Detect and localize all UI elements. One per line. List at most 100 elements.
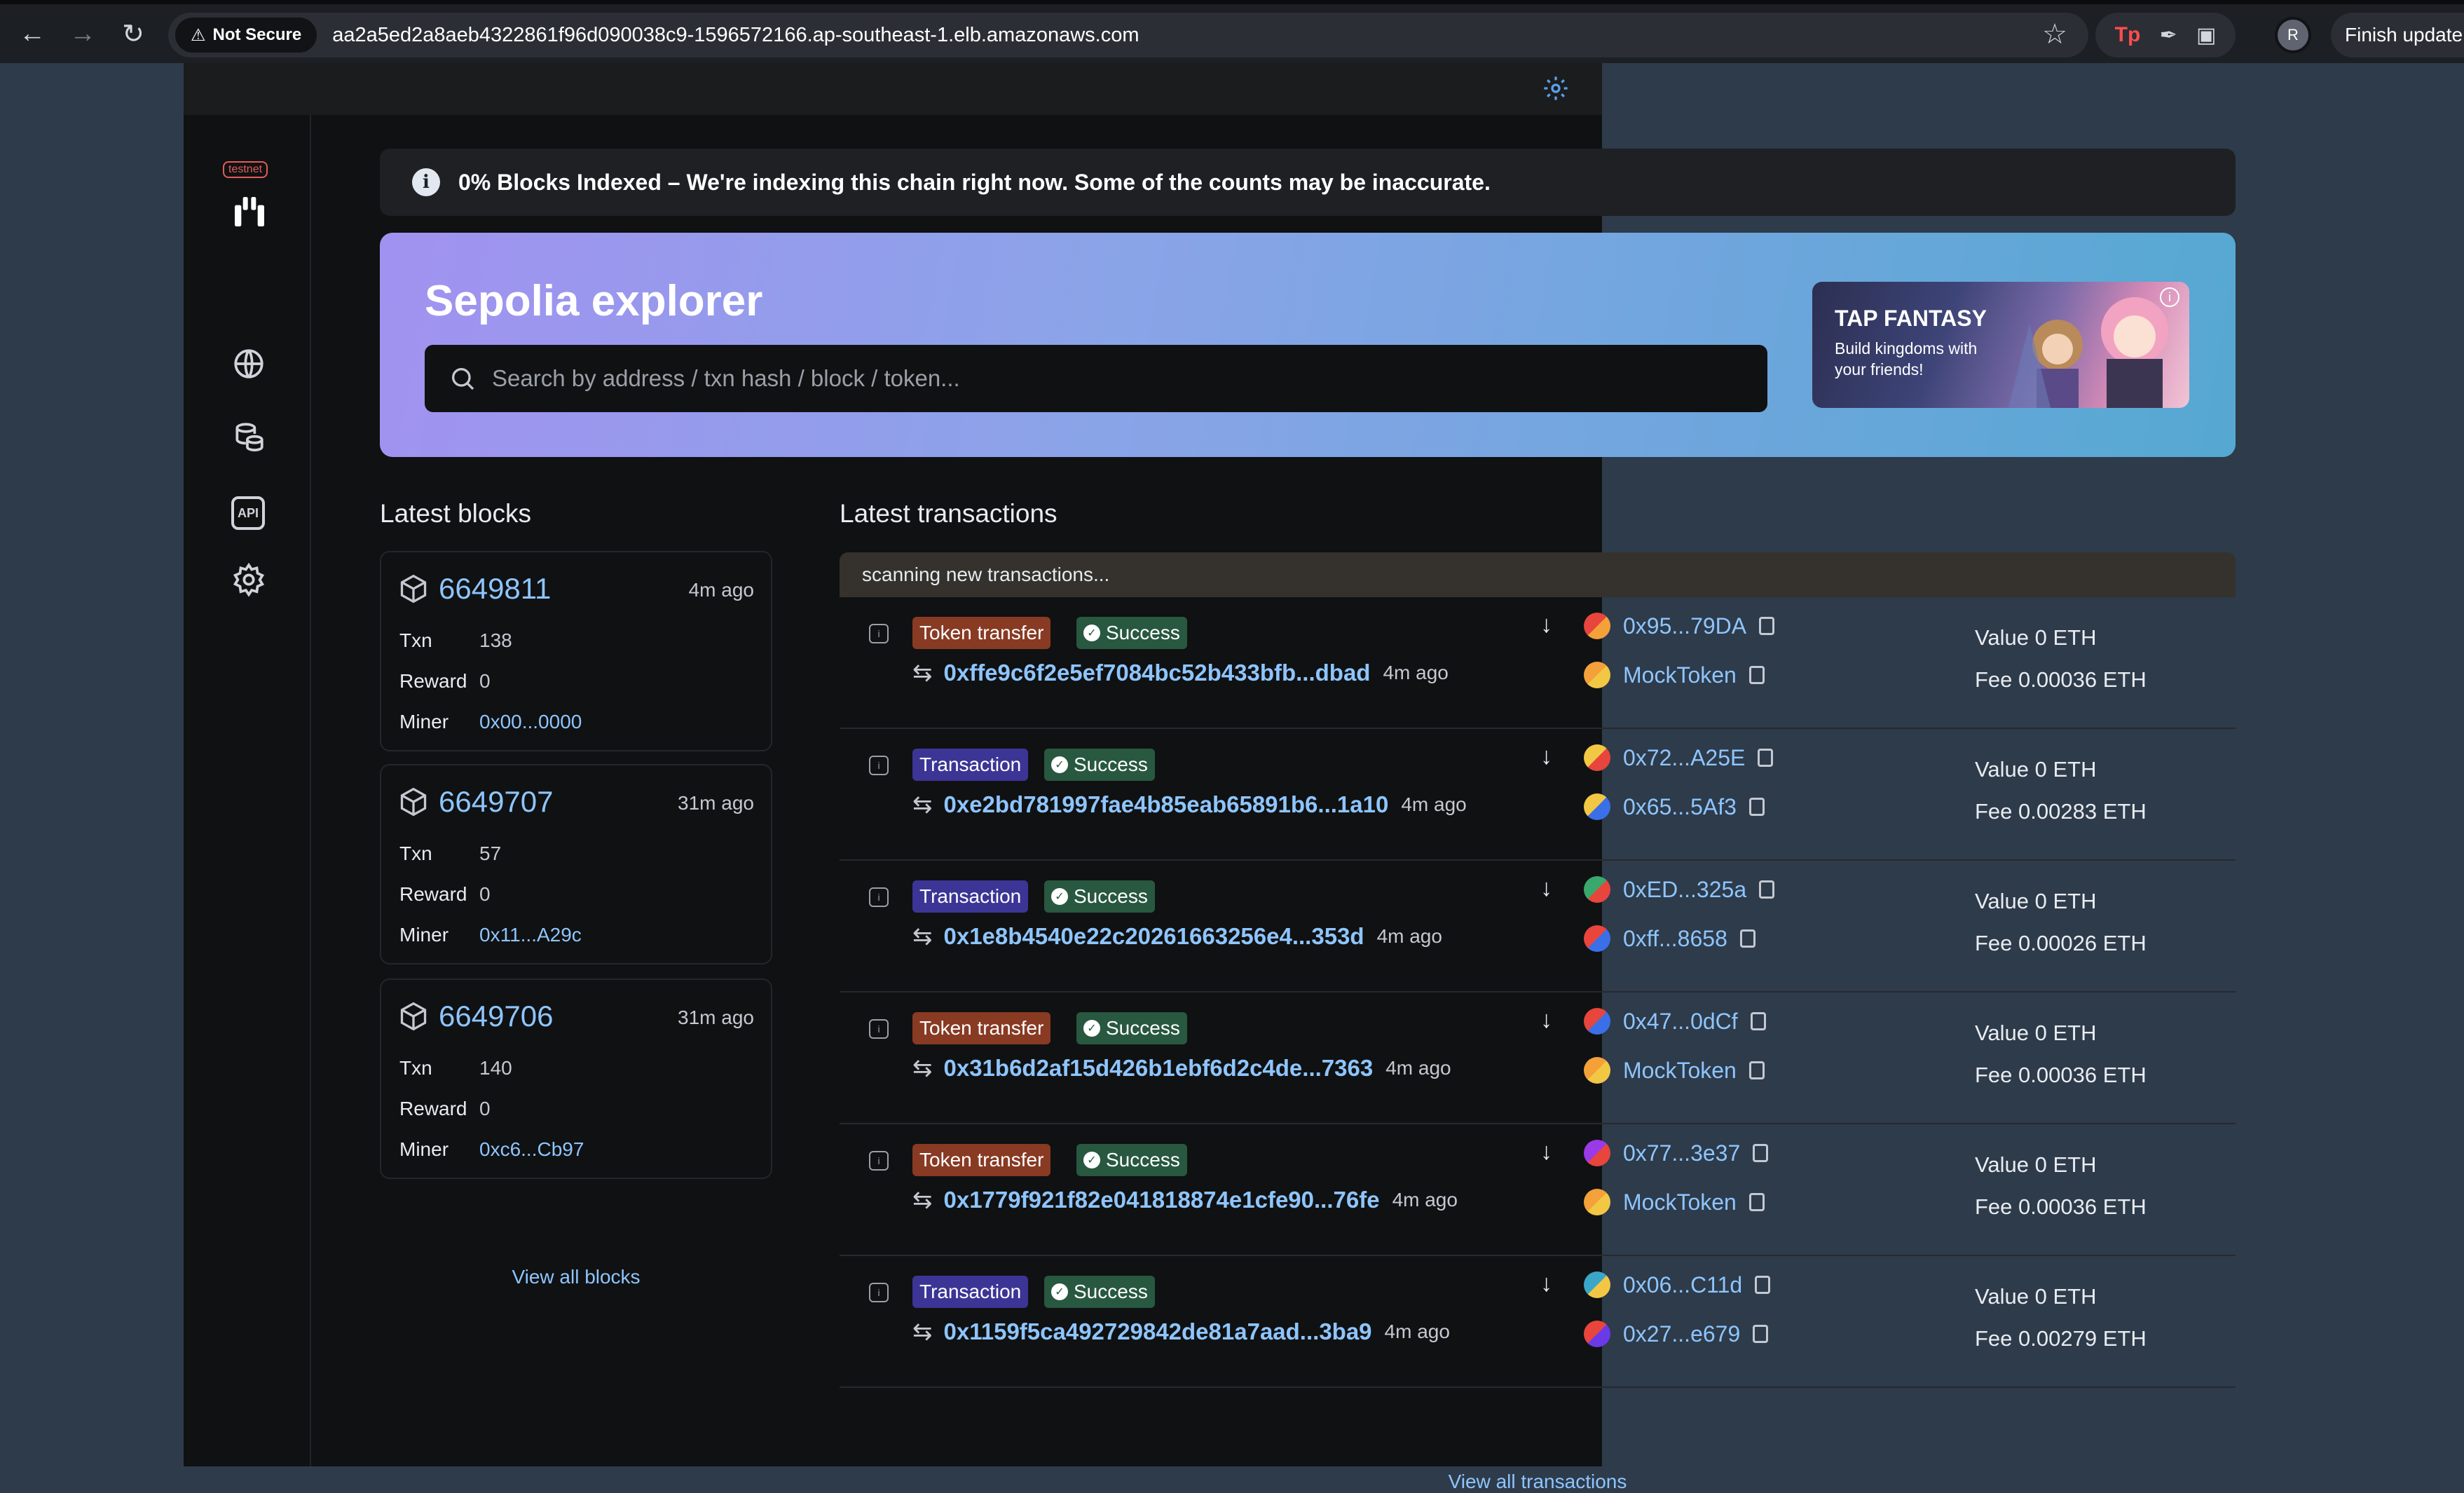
tx-to-row: 0x65...5Af3: [1584, 793, 1765, 820]
from-address-link[interactable]: 0x95...79DA: [1623, 613, 1746, 639]
copy-icon[interactable]: [1739, 929, 1755, 948]
to-address-link[interactable]: MockToken: [1623, 1058, 1737, 1084]
tx-details-toggle-icon[interactable]: i: [869, 887, 889, 907]
transaction-row[interactable]: i Token transfer ✓ Success ⇆ 0xffe9c6f2e…: [840, 597, 2236, 729]
sidebar: testnet API: [184, 115, 311, 1466]
tx-details-toggle-icon[interactable]: i: [869, 1151, 889, 1171]
reward-label: Reward: [399, 883, 467, 905]
tx-age: 4m ago: [1384, 1321, 1450, 1342]
tx-hash-link[interactable]: 0xe2bd781997fae4b85eab65891b6...1a10: [944, 791, 1389, 818]
swap-arrows-icon: ⇆: [912, 791, 933, 818]
globe-icon[interactable]: [231, 346, 266, 381]
reload-icon[interactable]: ↻: [111, 11, 156, 56]
tx-hash-link[interactable]: 0x1e8b4540e22c20261663256e4...353d: [944, 923, 1364, 950]
to-address-link[interactable]: MockToken: [1623, 662, 1737, 688]
from-address-link[interactable]: 0x72...A25E: [1623, 745, 1745, 771]
tokens-stack-icon[interactable]: [231, 419, 266, 454]
feather-extension-icon[interactable]: ✒: [2160, 23, 2177, 48]
block-card[interactable]: 6649707 31m ago Txn 57 Reward 0 Miner 0x11.…: [380, 764, 772, 964]
forward-icon[interactable]: →: [60, 11, 105, 56]
from-address-link[interactable]: 0x06...C11d: [1623, 1272, 1742, 1298]
copy-icon[interactable]: [1753, 1325, 1769, 1343]
copy-icon[interactable]: [1759, 617, 1775, 635]
block-number-link[interactable]: 6649706: [439, 1000, 554, 1033]
block-number-link[interactable]: 6649707: [439, 785, 554, 819]
blockscout-logo-icon[interactable]: [230, 192, 269, 231]
tx-hash-link[interactable]: 0xffe9c6f2e5ef7084bc52b433bfb...dbad: [944, 660, 1371, 686]
miner-address-link[interactable]: 0xc6...Cb97: [479, 1138, 584, 1161]
copy-icon[interactable]: [1748, 1061, 1765, 1079]
ad-info-icon[interactable]: i: [2160, 287, 2179, 307]
not-secure-chip[interactable]: ⚠ Not Secure: [175, 18, 317, 53]
address-avatar: [1584, 1140, 1610, 1166]
tx-details-toggle-icon[interactable]: i: [869, 1283, 889, 1302]
block-cube-icon: [400, 787, 427, 817]
search-input[interactable]: Search by address / txn hash / block / t…: [492, 365, 960, 392]
block-card[interactable]: 6649706 31m ago Txn 140 Reward 0 Miner 0xc6…: [380, 979, 772, 1179]
block-age: 31m ago: [678, 792, 754, 814]
tx-status-label: Success: [1074, 754, 1148, 775]
copy-icon[interactable]: [1759, 880, 1775, 899]
txn-label: Txn: [399, 843, 432, 864]
transaction-row[interactable]: i Transaction ✓ Success ⇆ 0x1e8b4540e22c…: [840, 861, 2236, 993]
api-icon[interactable]: API: [231, 496, 265, 530]
check-icon: ✓: [1083, 625, 1100, 641]
network-badge: testnet: [223, 161, 268, 178]
block-cube-icon: [400, 574, 427, 604]
copy-icon[interactable]: [1748, 1193, 1765, 1211]
transaction-row[interactable]: i Token transfer ✓ Success ⇆ 0x1779f921f…: [840, 1124, 2236, 1256]
bookmark-star-icon[interactable]: ☆: [2042, 18, 2067, 50]
copy-icon[interactable]: [1750, 1012, 1766, 1030]
to-address-link[interactable]: 0x27...e679: [1623, 1321, 1740, 1347]
tp-extension-icon[interactable]: Tp: [2115, 23, 2141, 47]
transaction-row[interactable]: i Transaction ✓ Success ⇆ 0x1159f5ca4927…: [840, 1256, 2236, 1388]
tx-details-toggle-icon[interactable]: i: [869, 1019, 889, 1039]
settings-icon[interactable]: [231, 562, 266, 597]
copy-icon[interactable]: [1758, 749, 1774, 767]
tx-fee: Fee 0.00026 ETH: [1975, 931, 2147, 955]
tx-age: 4m ago: [1392, 1189, 1458, 1211]
tx-hash-row: ⇆ 0x1159f5ca492729842de81a7aad...3ba9 4m…: [912, 1318, 1450, 1346]
copy-icon[interactable]: [1748, 666, 1765, 684]
address-bar[interactable]: ⚠ Not Secure aa2a5ed2a8aeb4322861f96d090…: [168, 13, 2088, 57]
to-address-link[interactable]: 0x65...5Af3: [1623, 794, 1737, 820]
tx-details-toggle-icon[interactable]: i: [869, 624, 889, 643]
arrow-down-icon: ↓: [1540, 611, 1552, 638]
tx-hash-link[interactable]: 0x1159f5ca492729842de81a7aad...3ba9: [944, 1318, 1372, 1345]
transaction-row[interactable]: i Token transfer ✓ Success ⇆ 0x31b6d2af1…: [840, 993, 2236, 1124]
from-address-link[interactable]: 0x47...0dCf: [1623, 1009, 1738, 1035]
finish-update-button[interactable]: Finish update: [2331, 13, 2464, 57]
settings-gear-icon[interactable]: [1542, 74, 1570, 102]
block-age: 4m ago: [688, 579, 754, 601]
back-icon[interactable]: ←: [10, 11, 55, 56]
to-address-link[interactable]: MockToken: [1623, 1189, 1737, 1215]
tx-value: Value 0 ETH: [1975, 889, 2097, 913]
tx-details-toggle-icon[interactable]: i: [869, 756, 889, 775]
txn-label: Txn: [399, 629, 432, 651]
puzzle-extensions-icon[interactable]: ▣: [2196, 23, 2216, 48]
view-all-blocks-link[interactable]: View all blocks: [380, 1266, 772, 1288]
miner-address-link[interactable]: 0x11...A29c: [479, 924, 582, 946]
from-address-link[interactable]: 0x77...3e37: [1623, 1140, 1740, 1166]
copy-icon[interactable]: [1755, 1276, 1771, 1294]
from-address-link[interactable]: 0xED...325a: [1623, 877, 1746, 903]
url-text[interactable]: aa2a5ed2a8aeb4322861f96d090038c9-1596572…: [332, 24, 1139, 47]
block-miner-row: Miner 0xc6...Cb97: [399, 1138, 584, 1161]
miner-address-link[interactable]: 0x00...0000: [479, 711, 582, 733]
tx-type-badge: Transaction: [912, 749, 1029, 781]
block-number-link[interactable]: 6649811: [439, 572, 551, 606]
copy-icon[interactable]: [1748, 798, 1765, 816]
transaction-row[interactable]: i Transaction ✓ Success ⇆ 0xe2bd781997fa…: [840, 729, 2236, 861]
profile-avatar[interactable]: R: [2275, 17, 2311, 53]
copy-icon[interactable]: [1753, 1144, 1769, 1162]
view-all-transactions-link[interactable]: View all transactions: [840, 1471, 2236, 1493]
search-bar[interactable]: Search by address / txn hash / block / t…: [425, 345, 1767, 412]
block-card[interactable]: 6649811 4m ago Txn 138 Reward 0 Miner 0x00.…: [380, 551, 772, 751]
tx-hash-link[interactable]: 0x31b6d2af15d426b1ebf6d2c4de...7363: [944, 1055, 1374, 1082]
address-avatar: [1584, 1272, 1610, 1298]
ad-banner[interactable]: TAP FANTASY Build kingdoms with your fri…: [1812, 282, 2189, 408]
tx-hash-link[interactable]: 0x1779f921f82e041818874e1cfe90...76fe: [944, 1187, 1380, 1213]
to-address-link[interactable]: 0xff...8658: [1623, 926, 1727, 952]
page-title: Sepolia explorer: [425, 277, 763, 325]
tx-hash-row: ⇆ 0x1e8b4540e22c20261663256e4...353d 4m …: [912, 922, 1442, 950]
